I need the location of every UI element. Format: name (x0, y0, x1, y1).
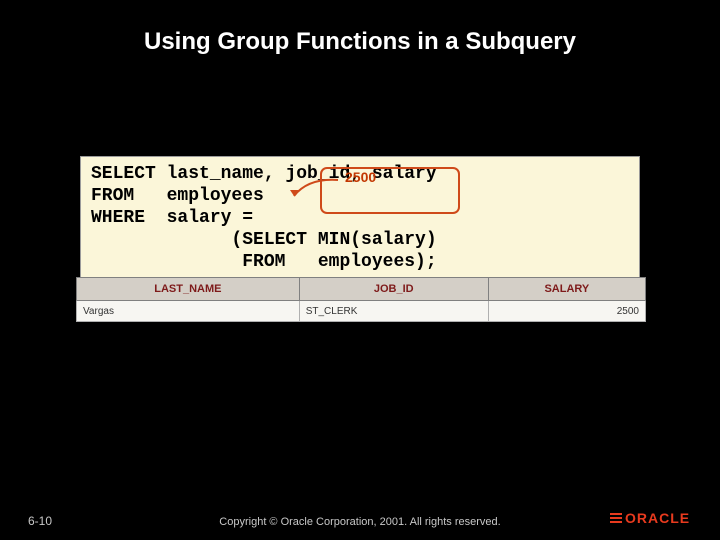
result-table: LAST_NAME JOB_ID SALARY Vargas ST_CLERK … (76, 277, 646, 322)
col-header-last-name: LAST_NAME (77, 278, 300, 301)
slide: Using Group Functions in a Subquery SELE… (0, 0, 720, 540)
footer: 6-10 Copyright © Oracle Corporation, 200… (0, 505, 720, 540)
table-row: Vargas ST_CLERK 2500 (77, 301, 646, 322)
oracle-logo: ORACLE (610, 510, 700, 532)
table-header-row: LAST_NAME JOB_ID SALARY (77, 278, 646, 301)
code-line-4: (SELECT MIN(salary) (91, 230, 437, 250)
code-line-5: FROM employees); (91, 252, 437, 272)
col-header-job-id: JOB_ID (299, 278, 488, 301)
subquery-result-value: 2500 (345, 169, 376, 185)
col-header-salary: SALARY (488, 278, 645, 301)
logo-text: ORACLE (625, 510, 690, 526)
cell-salary: 2500 (488, 301, 645, 322)
cell-last-name: Vargas (77, 301, 300, 322)
slide-title: Using Group Functions in a Subquery (0, 28, 720, 56)
subquery-highlight-box (320, 167, 460, 214)
code-line-2: FROM employees (91, 186, 264, 206)
logo-bars-icon (610, 513, 622, 525)
code-line-3: WHERE salary = (91, 208, 253, 228)
cell-job-id: ST_CLERK (299, 301, 488, 322)
